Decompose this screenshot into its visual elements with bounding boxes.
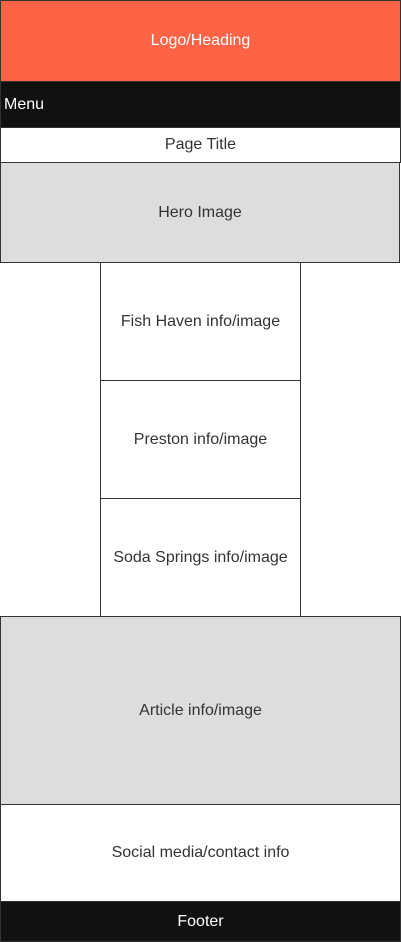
- town-card-fish-haven: Fish Haven info/image: [100, 262, 301, 381]
- town-card-label: Soda Springs info/image: [113, 548, 288, 566]
- footer-block: Footer: [0, 901, 401, 942]
- social-contact-label: Social media/contact info: [111, 844, 290, 861]
- town-card-soda-springs: Soda Springs info/image: [100, 498, 301, 617]
- page-title-label: Page Title: [164, 136, 237, 153]
- page-title-block: Page Title: [0, 127, 401, 163]
- article-label: Article info/image: [139, 701, 262, 719]
- logo-heading-label: Logo/Heading: [150, 32, 251, 49]
- menu-bar[interactable]: Menu: [0, 81, 401, 128]
- article-block: Article info/image: [0, 616, 401, 805]
- town-card-label: Preston info/image: [133, 430, 268, 448]
- town-card-preston: Preston info/image: [100, 380, 301, 499]
- hero-image-label: Hero Image: [158, 203, 242, 221]
- town-card-label: Fish Haven info/image: [120, 312, 281, 330]
- menu-label: Menu: [4, 95, 45, 113]
- footer-label: Footer: [177, 912, 224, 930]
- hero-image-block: Hero Image: [0, 162, 400, 263]
- logo-heading-block: Logo/Heading: [0, 0, 401, 82]
- social-contact-block: Social media/contact info: [0, 804, 401, 902]
